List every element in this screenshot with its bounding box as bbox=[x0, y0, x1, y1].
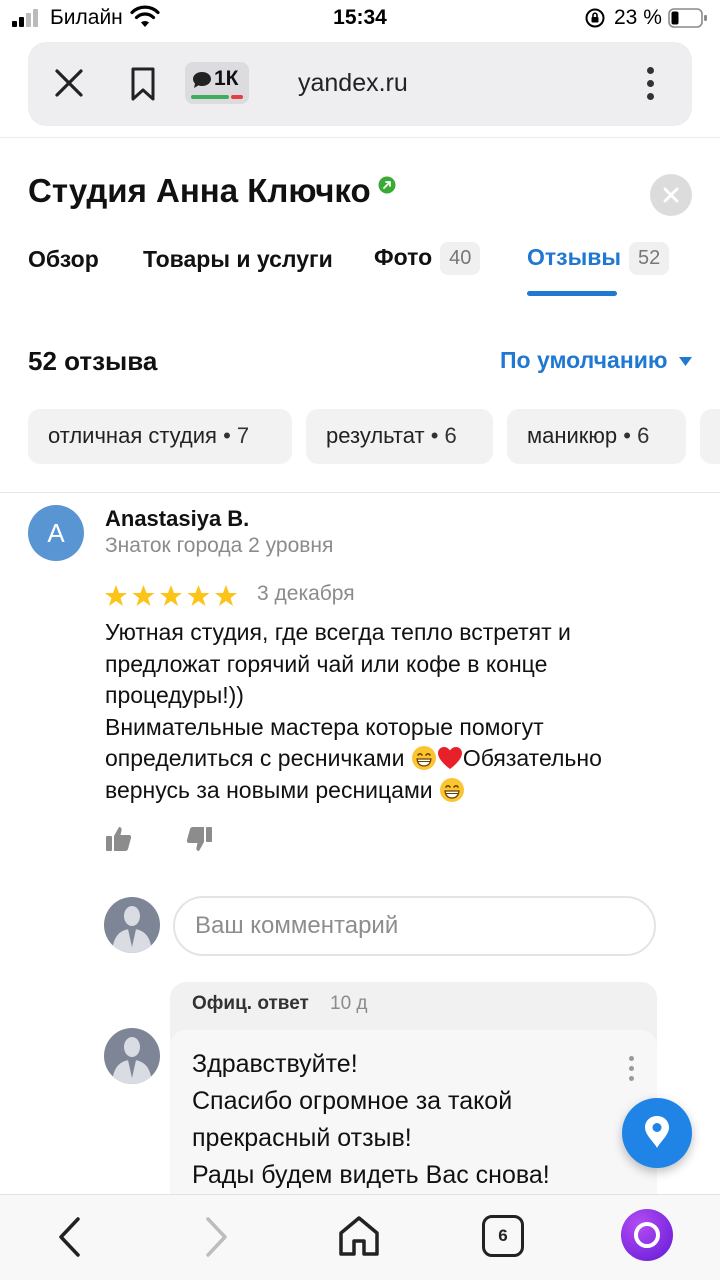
grinning-emoji-icon bbox=[411, 746, 436, 770]
sort-dropdown[interactable]: По умолчанию bbox=[500, 347, 668, 374]
tab-count-badge: 40 bbox=[440, 242, 481, 275]
filter-chip-partial[interactable] bbox=[700, 409, 720, 464]
heart-emoji-icon bbox=[437, 747, 462, 769]
chip-label: отличная студия bbox=[48, 423, 217, 448]
map-pin-icon bbox=[645, 1116, 669, 1148]
reply-line: Спасибо огромное за такой прекрасный отз… bbox=[192, 1087, 513, 1152]
rating-stars bbox=[105, 585, 237, 606]
filter-chip[interactable]: маникюр • 6 bbox=[507, 409, 686, 464]
clock: 15:34 bbox=[333, 6, 387, 29]
close-icon bbox=[663, 187, 679, 203]
chip-count: • 6 bbox=[617, 423, 650, 448]
reply-line: Здравствуйте! bbox=[192, 1050, 358, 1078]
tab-label: Обзор bbox=[28, 246, 99, 272]
official-reply-text: Здравствуйте! Спасибо огромное за такой … bbox=[192, 1046, 622, 1194]
user-avatar-icon bbox=[104, 897, 160, 953]
battery-icon bbox=[668, 8, 707, 28]
business-title: Студия Анна Ключко bbox=[28, 172, 371, 209]
reply-more-icon[interactable] bbox=[626, 1054, 638, 1084]
more-menu-icon[interactable] bbox=[642, 64, 658, 104]
verified-icon bbox=[378, 176, 396, 194]
map-location-button[interactable] bbox=[622, 1098, 692, 1168]
status-bar: Билайн 15:34 23 % bbox=[0, 0, 720, 38]
comment-bubble-icon bbox=[193, 72, 211, 88]
reply-line: Рады будем видеть Вас снова! bbox=[192, 1161, 550, 1189]
divider bbox=[0, 492, 720, 493]
chevron-down-icon[interactable] bbox=[679, 357, 692, 366]
alice-assistant-icon[interactable] bbox=[621, 1209, 673, 1261]
bottom-nav: 6 bbox=[0, 1194, 720, 1280]
replier-avatar-icon bbox=[104, 1028, 160, 1084]
thumb-up-icon[interactable] bbox=[103, 823, 135, 855]
tab-count-badge: 52 bbox=[629, 242, 670, 275]
tab-reviews[interactable]: Отзывы 52 bbox=[527, 242, 670, 275]
star-icon bbox=[187, 585, 210, 606]
thumb-down-icon[interactable] bbox=[183, 823, 215, 855]
author-avatar[interactable]: A bbox=[28, 505, 84, 561]
reviews-count: 52 отзыва bbox=[28, 346, 158, 376]
url-text[interactable]: yandex.ru bbox=[298, 69, 408, 98]
official-reply-label: Офиц. ответ bbox=[192, 993, 309, 1014]
battery-percent: 23 % bbox=[614, 6, 662, 29]
filter-chip[interactable]: отличная студия • 7 bbox=[28, 409, 292, 464]
official-reply: Офиц. ответ 10 д Здравствуйте! Спасибо о… bbox=[170, 982, 657, 1212]
author-name[interactable]: Anastasiya B. bbox=[105, 506, 249, 532]
bookmark-icon[interactable] bbox=[128, 66, 158, 102]
review-text: Уютная студия, где всегда тепло встретят… bbox=[105, 617, 675, 806]
star-icon bbox=[160, 585, 182, 606]
tab-overview[interactable]: Обзор bbox=[28, 246, 99, 273]
tab-goods-services[interactable]: Товары и услуги bbox=[143, 246, 333, 273]
tab-photo[interactable]: Фото 40 bbox=[374, 242, 481, 275]
star-icon bbox=[215, 585, 237, 606]
official-reply-body: Здравствуйте! Спасибо огромное за такой … bbox=[170, 1030, 657, 1212]
chip-label: маникюр bbox=[527, 423, 618, 448]
rating-bar-negative bbox=[231, 95, 243, 99]
tabs-switcher[interactable]: 6 bbox=[482, 1215, 524, 1257]
chip-label: результат bbox=[326, 423, 425, 448]
active-tab-indicator bbox=[527, 291, 617, 296]
home-icon[interactable] bbox=[336, 1213, 382, 1259]
grinning-emoji-icon bbox=[440, 777, 465, 802]
star-icon bbox=[132, 585, 155, 606]
address-bar: 1К yandex.ru bbox=[28, 42, 692, 126]
close-card-button[interactable] bbox=[650, 174, 692, 216]
filter-chip[interactable]: результат • 6 bbox=[306, 409, 493, 464]
official-reply-time: 10 д bbox=[330, 993, 368, 1014]
rating-bar-positive bbox=[191, 95, 229, 99]
comments-button[interactable]: 1К bbox=[185, 62, 249, 104]
tab-label: Товары и услуги bbox=[143, 246, 333, 272]
chip-count: • 7 bbox=[216, 423, 250, 448]
review-date: 3 декабря bbox=[257, 582, 355, 605]
close-icon[interactable] bbox=[52, 66, 86, 100]
review-text-line: Уютная студия, где всегда тепло встретят… bbox=[105, 619, 571, 708]
star-icon bbox=[105, 585, 127, 606]
divider bbox=[0, 137, 720, 138]
orientation-lock-icon bbox=[585, 8, 605, 28]
forward-icon[interactable] bbox=[198, 1215, 234, 1259]
tab-label: Фото bbox=[374, 244, 433, 270]
comment-input[interactable] bbox=[173, 896, 656, 956]
tab-label: Отзывы bbox=[527, 244, 622, 270]
author-level: Знаток города 2 уровня bbox=[105, 534, 334, 557]
comments-count: 1К bbox=[214, 67, 239, 90]
chip-count: • 6 bbox=[424, 423, 457, 448]
back-icon[interactable] bbox=[52, 1215, 88, 1259]
